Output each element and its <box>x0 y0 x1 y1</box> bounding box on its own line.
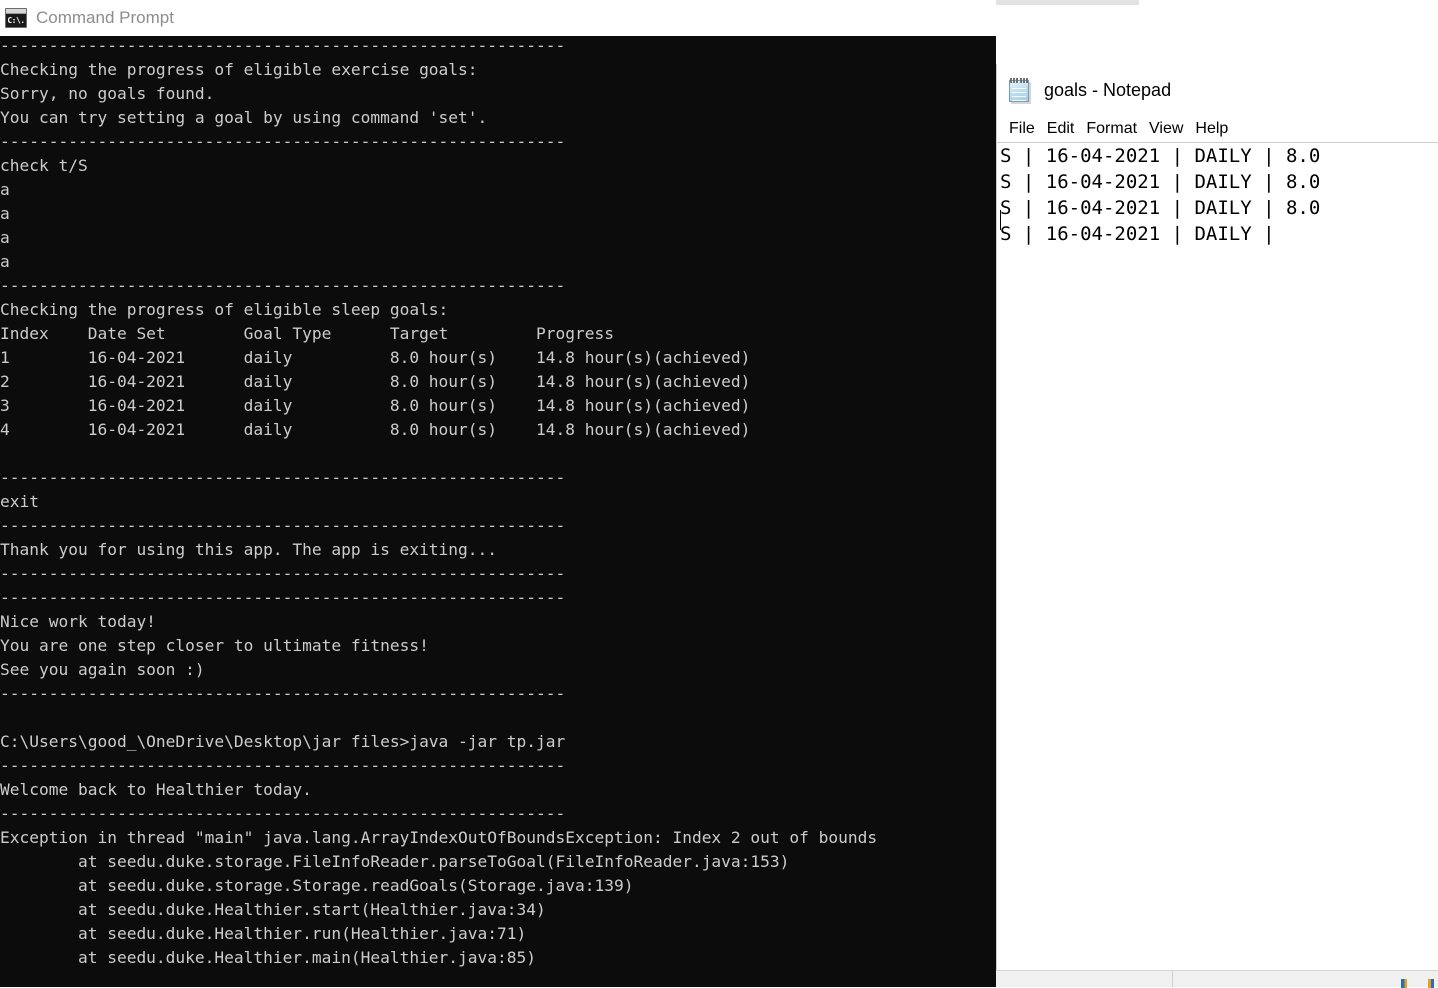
notepad-menubar[interactable]: File Edit Format View Help <box>997 116 1438 142</box>
menu-item-format[interactable]: Format <box>1080 119 1143 139</box>
menu-item-help[interactable]: Help <box>1189 119 1234 139</box>
notepad-window[interactable]: goals - Notepad File Edit Format View He… <box>996 64 1438 970</box>
notepad-text-area[interactable]: S | 16-04-2021 | DAILY | 8.0 S | 16-04-2… <box>997 142 1438 970</box>
notepad-icon <box>1007 76 1033 104</box>
command-prompt-title: Command Prompt <box>36 8 174 27</box>
notepad-titlebar[interactable]: goals - Notepad <box>997 64 1438 116</box>
command-prompt-titlebar[interactable]: Command Prompt <box>0 0 996 36</box>
menu-item-file[interactable]: File <box>1003 119 1041 139</box>
notepad-document-text: S | 16-04-2021 | DAILY | 8.0 S | 16-04-2… <box>1000 145 1321 245</box>
menu-item-edit[interactable]: Edit <box>1041 119 1081 139</box>
console-output-text: ----------------------------------------… <box>0 36 878 967</box>
text-caret <box>1000 210 1001 230</box>
desktop-background: Command Prompt -------------------------… <box>0 0 1438 988</box>
command-prompt-icon <box>5 8 27 28</box>
taskbar-divider <box>1172 971 1173 987</box>
command-prompt-window[interactable]: Command Prompt -------------------------… <box>0 0 996 987</box>
command-prompt-console[interactable]: ----------------------------------------… <box>0 36 996 987</box>
notepad-title: goals - Notepad <box>1044 79 1172 100</box>
menu-item-view[interactable]: View <box>1143 119 1189 139</box>
taskbar[interactable] <box>996 970 1438 987</box>
